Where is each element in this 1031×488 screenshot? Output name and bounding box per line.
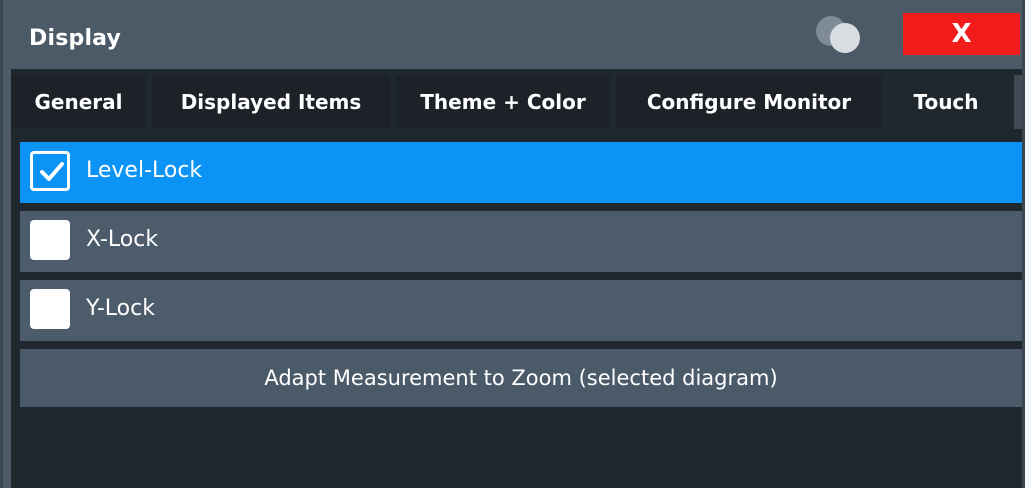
level-lock-checkbox[interactable] [30,151,70,191]
tab-bar: General Displayed Items Theme + Color Co… [11,75,1010,129]
tab-configure-monitor[interactable]: Configure Monitor [616,75,882,129]
dialog-titlebar: Display X [3,0,1022,64]
tab-scroll-indicator [1014,75,1022,129]
close-button[interactable]: X [903,13,1020,55]
tab-theme-color[interactable]: Theme + Color [396,75,610,129]
x-lock-checkbox[interactable] [30,220,70,260]
tab-displayed-items[interactable]: Displayed Items [152,75,390,129]
y-lock-option[interactable]: Y-Lock [20,280,1022,341]
y-lock-label: Y-Lock [86,296,155,321]
level-lock-option[interactable]: Level-Lock [20,142,1022,203]
help-icon[interactable] [810,10,866,58]
x-lock-label: X-Lock [86,227,159,252]
checkmark-icon [40,162,64,181]
x-lock-option[interactable]: X-Lock [20,211,1022,272]
display-dialog: Display X General Displayed Items Theme … [0,0,1025,488]
touch-settings: Level-Lock X-Lock Y-Lock Adapt Measureme… [20,142,1022,407]
level-lock-label: Level-Lock [86,158,203,183]
y-lock-checkbox[interactable] [30,289,70,329]
dialog-title: Display [29,26,122,51]
adapt-measurement-button[interactable]: Adapt Measurement to Zoom (selected diag… [20,349,1022,407]
tab-general[interactable]: General [11,75,146,129]
tab-touch[interactable]: Touch [888,75,1004,129]
